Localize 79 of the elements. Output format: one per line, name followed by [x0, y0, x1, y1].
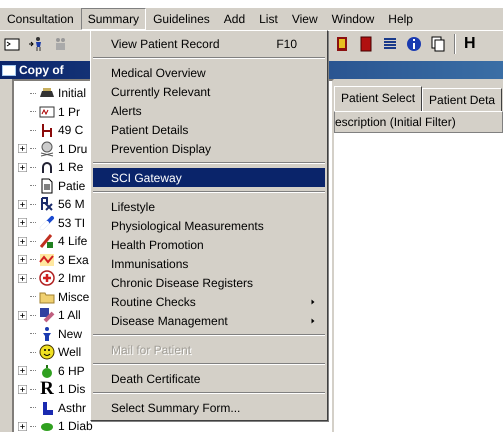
menu-item[interactable]: Alerts [93, 101, 325, 120]
menu-item[interactable]: Immunisations [93, 254, 325, 273]
document-icon [39, 178, 55, 194]
window-icon [2, 64, 16, 76]
menu-item[interactable]: SCI Gateway [93, 168, 325, 187]
menu-item[interactable]: Chronic Disease Registers [93, 273, 325, 292]
expand-box-icon[interactable] [18, 384, 27, 394]
menu-item[interactable]: Prevention Display [93, 139, 325, 158]
tab[interactable]: Patient Select [334, 86, 422, 111]
chart-box-icon [39, 104, 55, 120]
book-icon [358, 36, 374, 52]
tab[interactable]: Patient Deta [422, 88, 502, 111]
menu-item[interactable]: Select Summary Form... [93, 398, 325, 417]
tree-item[interactable]: 1 Diab [58, 417, 93, 432]
copy-icon [430, 36, 446, 52]
medical-cross-icon [39, 270, 55, 286]
skull-icon [39, 140, 55, 157]
menu-item[interactable]: Help [381, 8, 420, 30]
menu-item[interactable]: Patient Details [93, 120, 325, 139]
expand-box-icon[interactable] [18, 422, 27, 431]
expand-box-icon[interactable] [18, 218, 27, 228]
tree-item[interactable]: 6 HP [58, 362, 85, 380]
list-icon [382, 36, 398, 52]
menu-item[interactable]: List [252, 8, 285, 30]
menu-item[interactable]: Window [324, 8, 382, 30]
tree-item[interactable]: New [58, 324, 82, 343]
loop-icon [39, 159, 55, 176]
icon-letter: R [39, 381, 55, 398]
menu-item[interactable]: Disease Management [93, 311, 325, 330]
menu-item[interactable]: Medical Overview [93, 63, 325, 82]
menu-item[interactable]: Death Certificate [93, 369, 325, 388]
rx-symbol-icon [39, 196, 55, 212]
tree-item[interactable]: 53 TI [58, 214, 86, 232]
tree-item[interactable]: 56 M [58, 195, 85, 214]
apple-icon [39, 362, 55, 379]
book-icon [334, 36, 350, 52]
window-title: Copy of [19, 62, 64, 79]
smiley-icon [39, 344, 55, 360]
expand-box-icon[interactable] [18, 162, 27, 172]
tree-item[interactable]: Well [58, 343, 82, 362]
menu-item[interactable]: Routine Checks [93, 292, 325, 311]
tree-item[interactable]: 49 C [58, 121, 84, 140]
tree-item[interactable]: 2 Imr [58, 269, 86, 288]
menu-item[interactable]: Consultation [0, 8, 81, 30]
tiles-icon [39, 307, 55, 324]
tree-item[interactable]: 1 Dru [58, 140, 88, 158]
capsule-icon [39, 214, 55, 231]
menu-item[interactable]: Summary [80, 8, 146, 30]
tree-item[interactable]: 1 Re [58, 158, 84, 176]
tree-item[interactable]: Initial [58, 84, 86, 102]
menu-item[interactable]: Lifestyle [93, 197, 325, 216]
toolbar-text: H [464, 34, 476, 54]
menu-item[interactable]: Health Promotion [93, 235, 325, 254]
menu-item[interactable]: Add [216, 8, 252, 30]
expand-box-icon[interactable] [18, 274, 27, 283]
menu-item[interactable]: Currently Relevant [93, 82, 325, 101]
menu-item[interactable]: Guidelines [146, 8, 217, 30]
tree-item[interactable]: 1 Pr [58, 102, 80, 121]
column-header[interactable]: escription (Initial Filter) [334, 111, 503, 133]
tree-item[interactable]: 3 Exa [58, 250, 89, 269]
expand-box-icon[interactable] [18, 255, 27, 264]
person-arrow-icon [28, 36, 44, 52]
expand-box-icon[interactable] [18, 200, 27, 209]
line-chart-icon [39, 252, 55, 268]
tree-item[interactable]: 1 All [58, 306, 81, 324]
expand-box-icon[interactable] [18, 366, 27, 376]
window-icon [4, 36, 20, 52]
tree-item[interactable]: 4 Life [58, 232, 88, 250]
tree-item[interactable]: Asthr [58, 398, 86, 417]
tree-item[interactable]: Patie [58, 176, 86, 195]
tree-item[interactable]: 1 Dis [58, 380, 86, 398]
expand-box-icon[interactable] [18, 310, 27, 320]
expand-box-icon[interactable] [18, 144, 27, 154]
menu-item[interactable]: View Patient Record F10 [93, 34, 325, 53]
tree-item[interactable]: Misce [58, 288, 90, 306]
menu-item[interactable]: View [284, 8, 325, 30]
expand-box-icon[interactable] [18, 236, 27, 246]
menu-item[interactable]: Physiological Measurements [93, 216, 325, 235]
info-icon [406, 36, 422, 52]
